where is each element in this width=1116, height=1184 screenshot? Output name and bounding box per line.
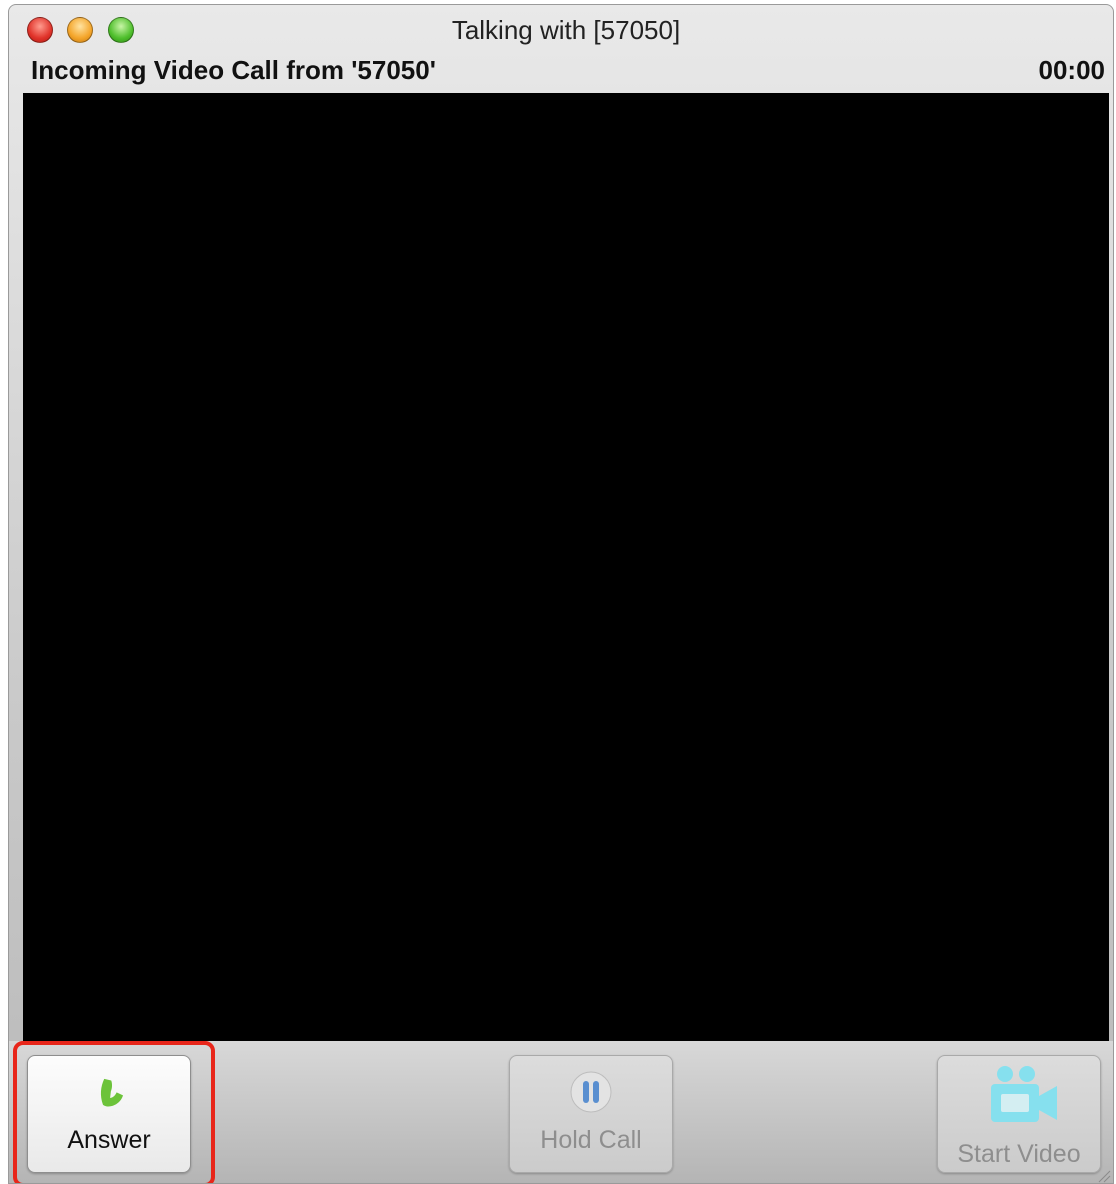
hold-call-button[interactable]: Hold Call	[509, 1055, 673, 1173]
resize-grip[interactable]	[1095, 1167, 1111, 1183]
pause-icon	[510, 1068, 672, 1116]
call-window: Talking with [57050] Incoming Video Call…	[8, 4, 1114, 1184]
call-timer: 00:00	[1038, 55, 1106, 85]
title-bar[interactable]: Talking with [57050]	[9, 5, 1113, 57]
answer-label: Answer	[67, 1126, 151, 1154]
video-camera-icon	[938, 1062, 1100, 1132]
window-title: Talking with [57050]	[451, 15, 681, 45]
video-display	[23, 93, 1109, 1041]
call-status-text: Incoming Video Call from '57050'	[31, 55, 436, 85]
call-status-bar: Incoming Video Call from '57050' 00:00	[9, 53, 1113, 91]
start-video-label: Start Video	[957, 1140, 1081, 1168]
answer-button[interactable]: Answer	[27, 1055, 191, 1173]
start-video-button[interactable]: Start Video	[937, 1055, 1101, 1173]
call-toolbar: Answer Hold Call Start Video	[9, 1041, 1113, 1183]
phone-icon	[28, 1068, 190, 1116]
hold-call-label: Hold Call	[540, 1126, 642, 1154]
